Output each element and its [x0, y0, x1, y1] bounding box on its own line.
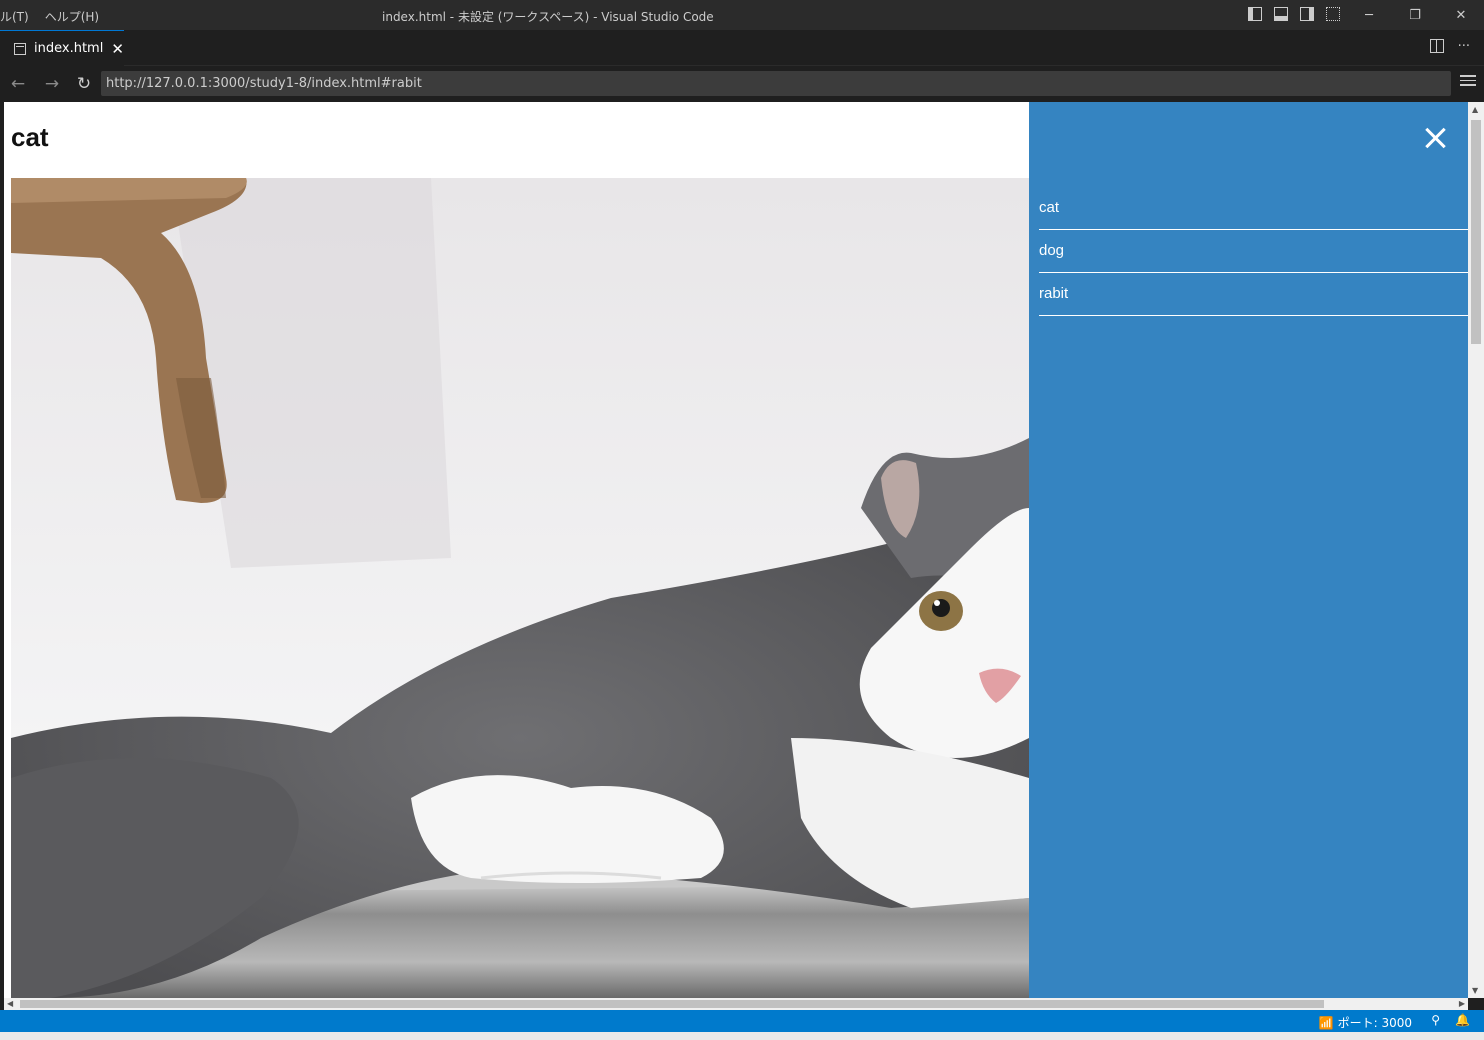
editor-actions: ··· — [1429, 39, 1470, 54]
restore-icon[interactable]: ❐ — [1392, 0, 1438, 30]
reload-icon[interactable]: ↻ — [72, 72, 96, 96]
close-menu-icon[interactable] — [1419, 122, 1451, 154]
horizontal-scroll-thumb[interactable] — [20, 1000, 1324, 1008]
vertical-scrollbar[interactable]: ▲ ▼ — [1468, 102, 1484, 998]
toggle-primary-sidebar-icon[interactable] — [1248, 7, 1262, 21]
preview-icon — [14, 42, 26, 55]
menu-bar: ル(T) ヘルプ(H) — [0, 8, 99, 25]
menu-link-rabit[interactable]: rabit — [1039, 273, 1468, 316]
close-window-icon[interactable]: ✕ — [1438, 0, 1484, 30]
horizontal-scrollbar[interactable]: ◀ ▶ — [4, 998, 1468, 1010]
menu-item-terminal[interactable]: ル(T) — [0, 8, 29, 25]
forwarded-port-status[interactable]: 📶 ポート: 3000 — [1319, 1014, 1412, 1031]
accounts-icon[interactable]: ⚲ — [1431, 1013, 1440, 1027]
browser-viewport: cat cat dog rabit — [4, 102, 1468, 998]
scroll-down-icon[interactable]: ▼ — [1472, 986, 1478, 995]
taskbar-edge — [0, 1032, 1484, 1040]
toggle-secondary-sidebar-icon[interactable] — [1300, 7, 1314, 21]
browser-nav-bar: ← → ↻ http://127.0.0.1:3000/study1-8/ind… — [0, 66, 1484, 102]
scroll-right-icon[interactable]: ▶ — [1459, 999, 1465, 1008]
forward-icon[interactable]: → — [40, 72, 64, 96]
customize-layout-icon[interactable] — [1326, 7, 1340, 21]
tab-close-icon[interactable]: ✕ — [111, 40, 124, 58]
minimize-icon[interactable]: ─ — [1346, 0, 1392, 30]
editor-tab-bar: index.html ✕ ··· — [0, 30, 1484, 66]
menu-link-cat[interactable]: cat — [1039, 187, 1468, 230]
menu-item-help[interactable]: ヘルプ(H) — [45, 8, 99, 25]
vertical-scroll-thumb[interactable] — [1471, 120, 1481, 344]
broadcast-icon: 📶 — [1318, 1016, 1334, 1030]
notifications-bell-icon[interactable]: 🔔 — [1455, 1013, 1470, 1027]
cat-photo — [11, 178, 1029, 998]
window-controls: ─ ❐ ✕ — [1346, 0, 1484, 30]
port-label: ポート: 3000 — [1337, 1016, 1412, 1030]
back-icon[interactable]: ← — [6, 72, 30, 96]
more-actions-icon[interactable]: ··· — [1458, 39, 1470, 54]
menu-link-dog[interactable]: dog — [1039, 230, 1468, 273]
tab-label: index.html — [34, 41, 104, 56]
layout-controls — [1248, 7, 1340, 21]
title-bar: ル(T) ヘルプ(H) index.html - 未設定 (ワークスペース) -… — [0, 0, 1484, 30]
side-menu-list: cat dog rabit — [1039, 187, 1468, 316]
url-input[interactable]: http://127.0.0.1:3000/study1-8/index.htm… — [101, 71, 1451, 96]
page-heading: cat — [11, 122, 49, 152]
split-editor-icon[interactable] — [1429, 39, 1444, 53]
status-bar: 📶 ポート: 3000 ⚲ 🔔 — [0, 1010, 1484, 1032]
scroll-left-icon[interactable]: ◀ — [7, 999, 13, 1008]
tab-index-html[interactable]: index.html ✕ — [0, 30, 124, 66]
side-menu-drawer: cat dog rabit — [1029, 102, 1468, 998]
hamburger-menu-icon[interactable] — [1460, 75, 1476, 91]
toggle-panel-icon[interactable] — [1274, 7, 1288, 21]
scroll-up-icon[interactable]: ▲ — [1472, 105, 1478, 114]
window-title: index.html - 未設定 (ワークスペース) - Visual Stud… — [382, 10, 714, 24]
